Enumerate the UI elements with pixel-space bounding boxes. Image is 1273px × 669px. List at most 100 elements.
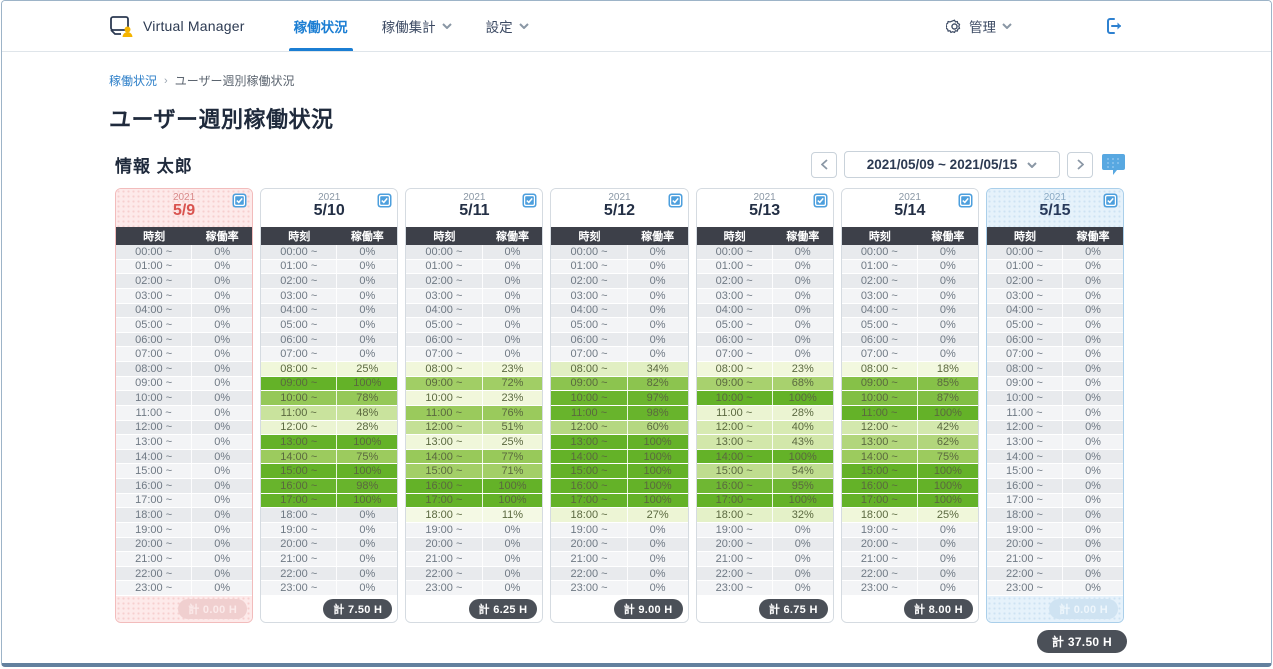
hour-row: 07:00 ~0% <box>261 347 397 362</box>
time-cell: 05:00 ~ <box>842 318 918 332</box>
hour-row: 18:00 ~0% <box>987 508 1123 523</box>
rate-cell: 0% <box>337 347 397 361</box>
rate-cell: 0% <box>628 333 688 347</box>
time-cell: 09:00 ~ <box>697 377 773 391</box>
hour-row: 01:00 ~0% <box>842 260 978 275</box>
breadcrumb: 稼働状況 › ユーザー週別稼働状況 <box>109 72 1271 89</box>
nav-item-settings[interactable]: 設定 <box>469 1 546 51</box>
day-card-footer: 計 7.50 H <box>261 596 397 622</box>
rate-cell: 0% <box>628 538 688 552</box>
time-cell: 05:00 ~ <box>406 318 482 332</box>
day-card: 20215/15時刻稼働率00:00 ~0%01:00 ~0%02:00 ~0%… <box>986 188 1124 623</box>
rate-cell: 0% <box>628 289 688 303</box>
memo-button[interactable] <box>1100 151 1127 178</box>
hour-row: 10:00 ~78% <box>261 391 397 406</box>
rate-cell: 0% <box>337 245 397 259</box>
time-cell: 20:00 ~ <box>987 538 1063 552</box>
next-week-button[interactable] <box>1067 152 1093 178</box>
date-range-select[interactable]: 2021/05/09 ~ 2021/05/15 <box>844 151 1060 178</box>
rate-cell: 0% <box>918 289 978 303</box>
rate-cell: 0% <box>773 245 833 259</box>
hour-row: 06:00 ~0% <box>842 333 978 348</box>
rate-cell: 0% <box>192 347 252 361</box>
time-cell: 17:00 ~ <box>697 494 773 508</box>
calendar-check-icon[interactable] <box>958 193 973 208</box>
hour-row: 17:00 ~100% <box>261 494 397 509</box>
hour-row: 20:00 ~0% <box>116 538 252 553</box>
hour-row: 23:00 ~0% <box>697 581 833 596</box>
day-total-badge: 計 7.50 H <box>323 599 392 619</box>
brand: Virtual Manager <box>109 1 245 51</box>
rate-cell: 32% <box>773 508 833 522</box>
hour-row: 01:00 ~0% <box>261 260 397 275</box>
time-cell: 12:00 ~ <box>842 421 918 435</box>
hour-row: 16:00 ~100% <box>842 479 978 494</box>
logout-button[interactable] <box>1107 1 1123 51</box>
hour-row: 09:00 ~68% <box>697 377 833 392</box>
time-cell: 14:00 ~ <box>116 450 192 464</box>
time-cell: 04:00 ~ <box>116 304 192 318</box>
rate-cell: 95% <box>773 479 833 493</box>
grand-total-row: 計 37.50 H <box>115 630 1127 653</box>
hour-row: 15:00 ~54% <box>697 464 833 479</box>
rate-cell: 100% <box>918 479 978 493</box>
calendar-check-icon[interactable] <box>232 193 247 208</box>
rate-cell: 97% <box>628 391 688 405</box>
rate-cell: 40% <box>773 421 833 435</box>
rate-column-header: 稼働率 <box>192 227 252 245</box>
prev-week-button[interactable] <box>811 152 837 178</box>
day-total-badge: 計 9.00 H <box>614 599 683 619</box>
rate-cell: 0% <box>628 567 688 581</box>
rate-cell: 0% <box>773 318 833 332</box>
calendar-check-icon[interactable] <box>1103 193 1118 208</box>
day-card: 20215/13時刻稼働率00:00 ~0%01:00 ~0%02:00 ~0%… <box>696 188 834 623</box>
hour-row: 12:00 ~40% <box>697 421 833 436</box>
hour-row: 21:00 ~0% <box>406 552 542 567</box>
breadcrumb-link-operation-status[interactable]: 稼働状況 <box>109 72 157 89</box>
rate-cell: 0% <box>1063 391 1123 405</box>
hour-row: 14:00 ~0% <box>987 450 1123 465</box>
hour-row: 01:00 ~0% <box>697 260 833 275</box>
time-cell: 08:00 ~ <box>406 362 482 376</box>
rate-cell: 75% <box>337 450 397 464</box>
time-cell: 12:00 ~ <box>261 421 337 435</box>
rate-cell: 0% <box>337 260 397 274</box>
rate-cell: 71% <box>483 464 543 478</box>
time-cell: 20:00 ~ <box>261 538 337 552</box>
rate-cell: 25% <box>483 435 543 449</box>
time-cell: 01:00 ~ <box>261 260 337 274</box>
hour-row: 13:00 ~25% <box>406 435 542 450</box>
time-cell: 00:00 ~ <box>697 245 773 259</box>
time-cell: 08:00 ~ <box>697 362 773 376</box>
calendar-check-icon[interactable] <box>522 193 537 208</box>
calendar-check-icon[interactable] <box>377 193 392 208</box>
day-card-header: 20215/11 <box>406 189 542 227</box>
rate-cell: 0% <box>192 245 252 259</box>
time-cell: 07:00 ~ <box>116 347 192 361</box>
time-cell: 14:00 ~ <box>261 450 337 464</box>
hour-row: 22:00 ~0% <box>406 567 542 582</box>
rate-cell: 0% <box>483 318 543 332</box>
time-cell: 10:00 ~ <box>987 391 1063 405</box>
time-cell: 13:00 ~ <box>842 435 918 449</box>
admin-menu[interactable]: 管理 <box>946 1 1012 51</box>
day-card-footer: 計 9.00 H <box>551 596 687 622</box>
calendar-check-icon[interactable] <box>813 193 828 208</box>
hour-row: 00:00 ~0% <box>116 245 252 260</box>
day-columns: 20215/9時刻稼働率00:00 ~0%01:00 ~0%02:00 ~0%0… <box>115 188 1124 623</box>
rate-cell: 0% <box>1063 289 1123 303</box>
nav-item-operation-summary[interactable]: 稼働集計 <box>365 1 469 51</box>
rate-cell: 0% <box>1063 304 1123 318</box>
time-cell: 23:00 ~ <box>697 581 773 595</box>
rate-cell: 0% <box>628 304 688 318</box>
hour-row: 10:00 ~87% <box>842 391 978 406</box>
rate-cell: 100% <box>337 435 397 449</box>
admin-label: 管理 <box>969 16 996 36</box>
day-total-badge: 計 6.25 H <box>469 599 538 619</box>
time-cell: 01:00 ~ <box>551 260 627 274</box>
calendar-check-icon[interactable] <box>668 193 683 208</box>
nav-item-operation-status[interactable]: 稼働状況 <box>277 1 365 51</box>
hour-row: 19:00 ~0% <box>116 523 252 538</box>
rate-cell: 100% <box>918 494 978 508</box>
hour-row: 06:00 ~0% <box>406 333 542 348</box>
